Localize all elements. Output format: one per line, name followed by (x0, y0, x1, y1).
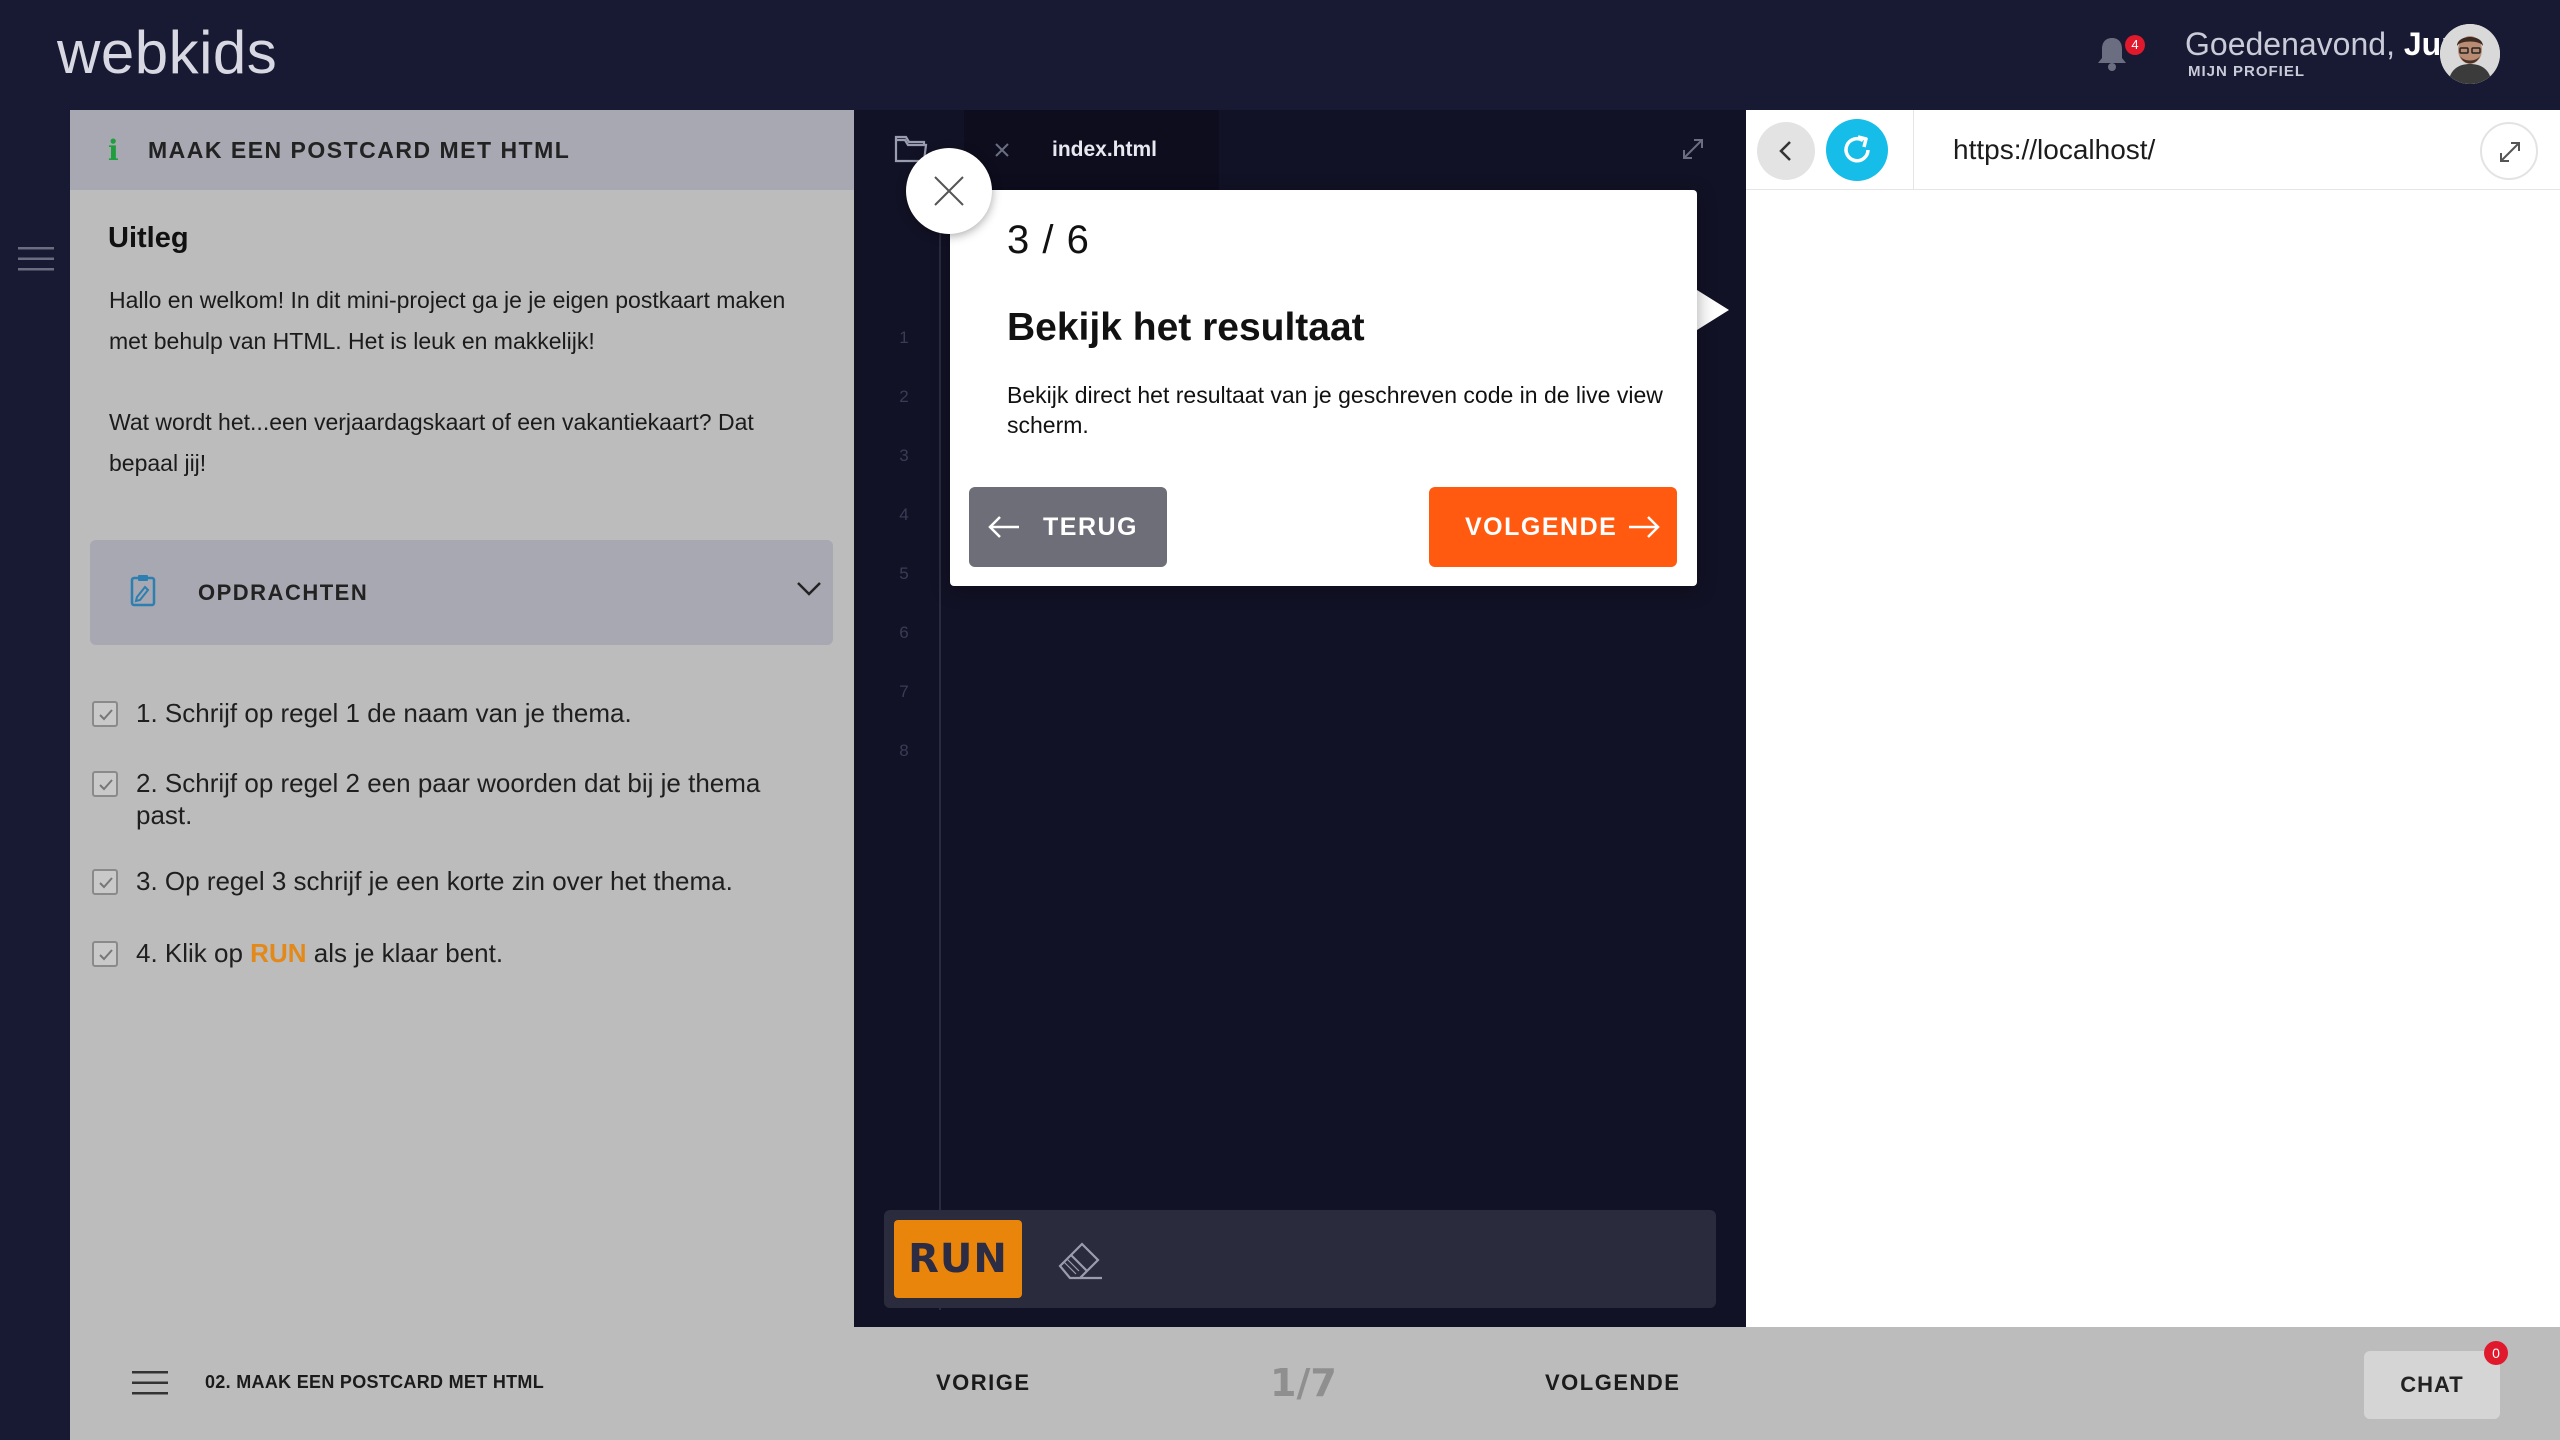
arrow-right-icon (1629, 516, 1660, 538)
bottom-navigation: 02. MAAK EEN POSTCARD MET HTML VORIGE 1/… (70, 1327, 2560, 1440)
live-preview: https://localhost/ (1746, 110, 2560, 1327)
file-tab-label: index.html (1052, 138, 1158, 161)
refresh-icon (1844, 135, 1870, 163)
top-header: webkids 4 Goedenavond, Jun MIJN PROFIEL (0, 0, 2560, 110)
tour-close-button[interactable] (906, 148, 992, 234)
task-checkbox[interactable] (92, 771, 118, 797)
preview-toolbar: https://localhost/ (1746, 110, 2560, 190)
file-tab-index[interactable]: index.html (964, 110, 1219, 190)
run-keyword: RUN (250, 938, 307, 968)
task-checkbox[interactable] (92, 701, 118, 727)
opdrachten-label: OPDRACHTEN (198, 580, 369, 605)
bell-icon[interactable] (2095, 34, 2129, 74)
line-number: 5 (899, 564, 909, 583)
expand-icon (2500, 142, 2520, 162)
task-checkbox[interactable] (92, 869, 118, 895)
run-toolbar: RUN (884, 1210, 1716, 1308)
info-icon: i (108, 134, 119, 167)
chevron-down-icon (796, 580, 822, 598)
tour-back-button[interactable]: TERUG (969, 487, 1167, 567)
run-button[interactable]: RUN (894, 1220, 1022, 1298)
tour-back-label: TERUG (1043, 513, 1138, 541)
course-title: 02. MAAK EEN POSTCARD MET HTML (205, 1372, 545, 1392)
task-text: 2. Schrijf op regel 2 een paar woorden d… (136, 768, 761, 830)
uitleg-paragraph: Hallo en welkom! In dit mini-project ga … (109, 287, 786, 354)
refresh-button[interactable] (1826, 119, 1888, 181)
clipboard-icon (130, 573, 156, 607)
tour-next-label: VOLGENDE (1465, 513, 1618, 541)
gutter-divider (939, 190, 941, 1310)
expand-button[interactable] (2480, 122, 2538, 180)
close-icon (934, 176, 964, 206)
expand-icon[interactable] (1680, 136, 1706, 162)
line-number: 7 (899, 682, 909, 701)
toolbar-divider (1913, 110, 1914, 190)
line-number: 6 (899, 623, 909, 642)
avatar[interactable] (2440, 24, 2500, 84)
page-indicator: 1/7 (1270, 1361, 1337, 1405)
line-number: 1 (899, 328, 909, 347)
left-rail (0, 110, 70, 1440)
task-checkbox[interactable] (92, 941, 118, 967)
uitleg-paragraph: Wat wordt het...een verjaardagskaart of … (109, 409, 754, 476)
eraser-icon[interactable] (1054, 1234, 1106, 1284)
chat-badge: 0 (2484, 1341, 2508, 1365)
line-number: 8 (899, 741, 909, 760)
course-menu-icon[interactable] (132, 1370, 168, 1396)
instruction-panel: i MAAK EEN POSTCARD MET HTML Uitleg Hall… (70, 110, 854, 1327)
task-text: 1. Schrijf op regel 1 de naam van je the… (136, 698, 632, 728)
opdrachten-accordion[interactable]: OPDRACHTEN (90, 540, 833, 645)
uitleg-heading: Uitleg (108, 222, 189, 254)
back-button[interactable] (1757, 122, 1815, 180)
task-text: 4. Klik op RUN als je klaar bent. (136, 937, 806, 969)
greeting-text: Goedenavond, (2185, 26, 2395, 62)
chevron-left-icon (1779, 141, 1791, 161)
tour-description: Bekijk direct het resultaat van je gesch… (1007, 382, 1663, 438)
task-text-end: als je klaar bent. (306, 938, 504, 968)
chat-button[interactable]: CHAT (2364, 1351, 2500, 1419)
tour-next-button[interactable]: VOLGENDE (1429, 487, 1677, 567)
line-number: 2 (899, 387, 909, 406)
my-profile-link[interactable]: MIJN PROFIEL (2188, 63, 2305, 80)
hamburger-menu-icon[interactable] (18, 246, 54, 272)
tour-pointer (1697, 290, 1729, 330)
line-number: 3 (899, 446, 909, 465)
arrow-left-icon (988, 516, 1019, 538)
tour-tooltip: 3 / 6 Bekijk het resultaat Bekijk direct… (950, 190, 1697, 586)
lesson-title: MAAK EEN POSTCARD MET HTML (148, 137, 571, 163)
close-icon[interactable] (994, 142, 1010, 158)
webkids-logo[interactable]: webkids (57, 18, 277, 87)
tour-title: Bekijk het resultaat (1007, 306, 1365, 349)
task-text-start: 4. Klik op (136, 938, 251, 968)
greeting: Goedenavond, Jun (2185, 26, 2461, 63)
preview-url[interactable]: https://localhost/ (1953, 134, 2155, 166)
task-text: 3. Op regel 3 schrijf je een korte zin o… (136, 866, 733, 896)
notification-badge: 4 (2125, 35, 2145, 55)
next-button[interactable]: VOLGENDE (1545, 1370, 1680, 1396)
instruction-header: i MAAK EEN POSTCARD MET HTML (70, 110, 854, 190)
line-number: 4 (899, 505, 909, 524)
previous-button[interactable]: VORIGE (936, 1370, 1031, 1396)
tour-step-counter: 3 / 6 (1007, 218, 1090, 262)
